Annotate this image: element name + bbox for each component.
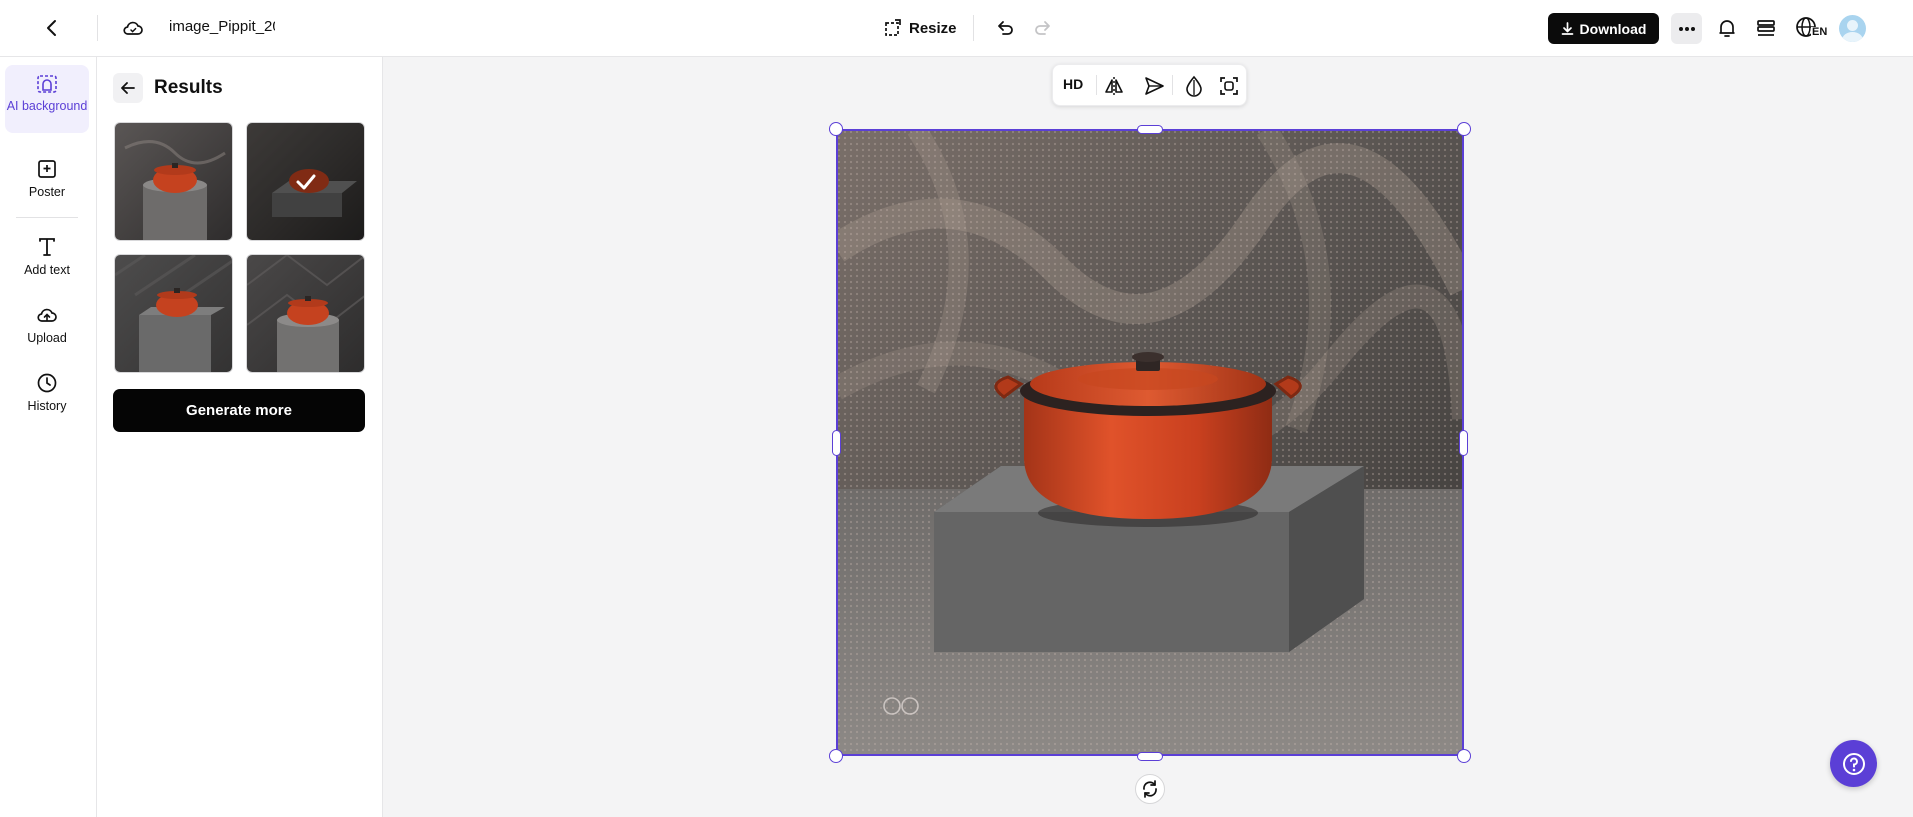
product-image — [836, 129, 1464, 756]
arrow-left-icon — [121, 82, 135, 94]
resize-handle-left[interactable] — [832, 430, 841, 456]
download-label: Download — [1579, 20, 1647, 37]
panel-title: Results — [154, 77, 223, 98]
result-thumbnail-selected[interactable] — [246, 122, 365, 241]
floating-toolbar: HD — [1052, 64, 1247, 106]
avatar[interactable] — [1839, 15, 1866, 42]
resize-icon — [885, 19, 901, 36]
cloud-sync-icon[interactable] — [120, 15, 146, 41]
resize-handle-top[interactable] — [1137, 125, 1163, 134]
avatar-head — [1847, 20, 1858, 31]
canvas-image[interactable] — [836, 129, 1464, 756]
language-code[interactable]: EN — [1811, 27, 1829, 38]
thumbnail-image — [115, 123, 232, 240]
undo-icon[interactable] — [993, 16, 1017, 40]
resize-handle-top-left[interactable] — [829, 122, 843, 136]
avatar-body — [1842, 32, 1863, 42]
resize-handle-bottom-right[interactable] — [1457, 749, 1471, 763]
thumbnail-image — [247, 255, 364, 372]
divider — [1172, 75, 1173, 95]
result-thumbnail[interactable] — [114, 254, 233, 373]
rail-item-poster[interactable]: Poster — [5, 157, 89, 199]
rail-label: AI background — [6, 99, 88, 113]
check-icon — [247, 123, 364, 240]
history-icon — [37, 373, 57, 393]
resize-handle-right[interactable] — [1459, 430, 1468, 456]
hd-button[interactable]: HD — [1063, 76, 1083, 92]
more-icon — [1678, 26, 1695, 31]
top-bar: image_Pippit_20 Resize Download EN — [0, 0, 1913, 57]
rail-label: Upload — [27, 331, 67, 345]
more-options-button[interactable] — [1671, 13, 1702, 44]
result-thumbnail[interactable] — [114, 122, 233, 241]
back-arrow-icon[interactable] — [40, 16, 64, 40]
divider — [973, 15, 974, 41]
resize-button[interactable]: Resize — [883, 16, 957, 40]
download-button[interactable]: Download — [1548, 13, 1659, 44]
rail-label: Add text — [24, 263, 70, 277]
upload-icon — [37, 308, 57, 322]
thumbnail-image — [115, 255, 232, 372]
rotate-button[interactable] — [1135, 774, 1165, 804]
poster-icon — [38, 160, 56, 178]
rotate-icon — [1143, 780, 1157, 798]
divider — [97, 15, 98, 41]
help-icon — [1842, 752, 1865, 775]
resize-handle-bottom[interactable] — [1137, 752, 1163, 761]
layers-icon[interactable] — [1753, 15, 1779, 41]
download-icon — [1561, 22, 1573, 35]
help-button[interactable] — [1830, 740, 1877, 787]
file-name[interactable]: image_Pippit_20 — [169, 18, 275, 35]
rail-label: Poster — [28, 185, 66, 199]
results-panel: Results Generate more — [97, 57, 383, 817]
result-thumbnail[interactable] — [246, 254, 365, 373]
rail-item-add-text[interactable]: Add text — [5, 235, 89, 277]
ai-background-icon — [37, 75, 57, 93]
resize-label: Resize — [909, 19, 957, 37]
divider — [1096, 75, 1097, 95]
focus-icon[interactable] — [1217, 74, 1241, 98]
send-icon[interactable] — [1142, 74, 1166, 98]
redo-icon[interactable] — [1031, 16, 1055, 40]
divider — [16, 217, 78, 218]
generate-more-button[interactable]: Generate more — [113, 389, 365, 432]
resize-handle-bottom-left[interactable] — [829, 749, 843, 763]
bell-icon[interactable] — [1714, 15, 1740, 41]
color-drop-icon[interactable] — [1182, 74, 1206, 98]
flip-icon[interactable] — [1102, 74, 1126, 98]
panel-back-button[interactable] — [113, 73, 143, 103]
rail-label: History — [27, 399, 67, 413]
rail-item-history[interactable]: History — [5, 371, 89, 413]
rail-item-upload[interactable]: Upload — [5, 303, 89, 345]
text-icon — [39, 238, 55, 256]
resize-handle-top-right[interactable] — [1457, 122, 1471, 136]
left-rail: AI background Poster Add text Upload His… — [0, 57, 97, 817]
rail-item-ai-background[interactable]: AI background — [5, 65, 89, 133]
